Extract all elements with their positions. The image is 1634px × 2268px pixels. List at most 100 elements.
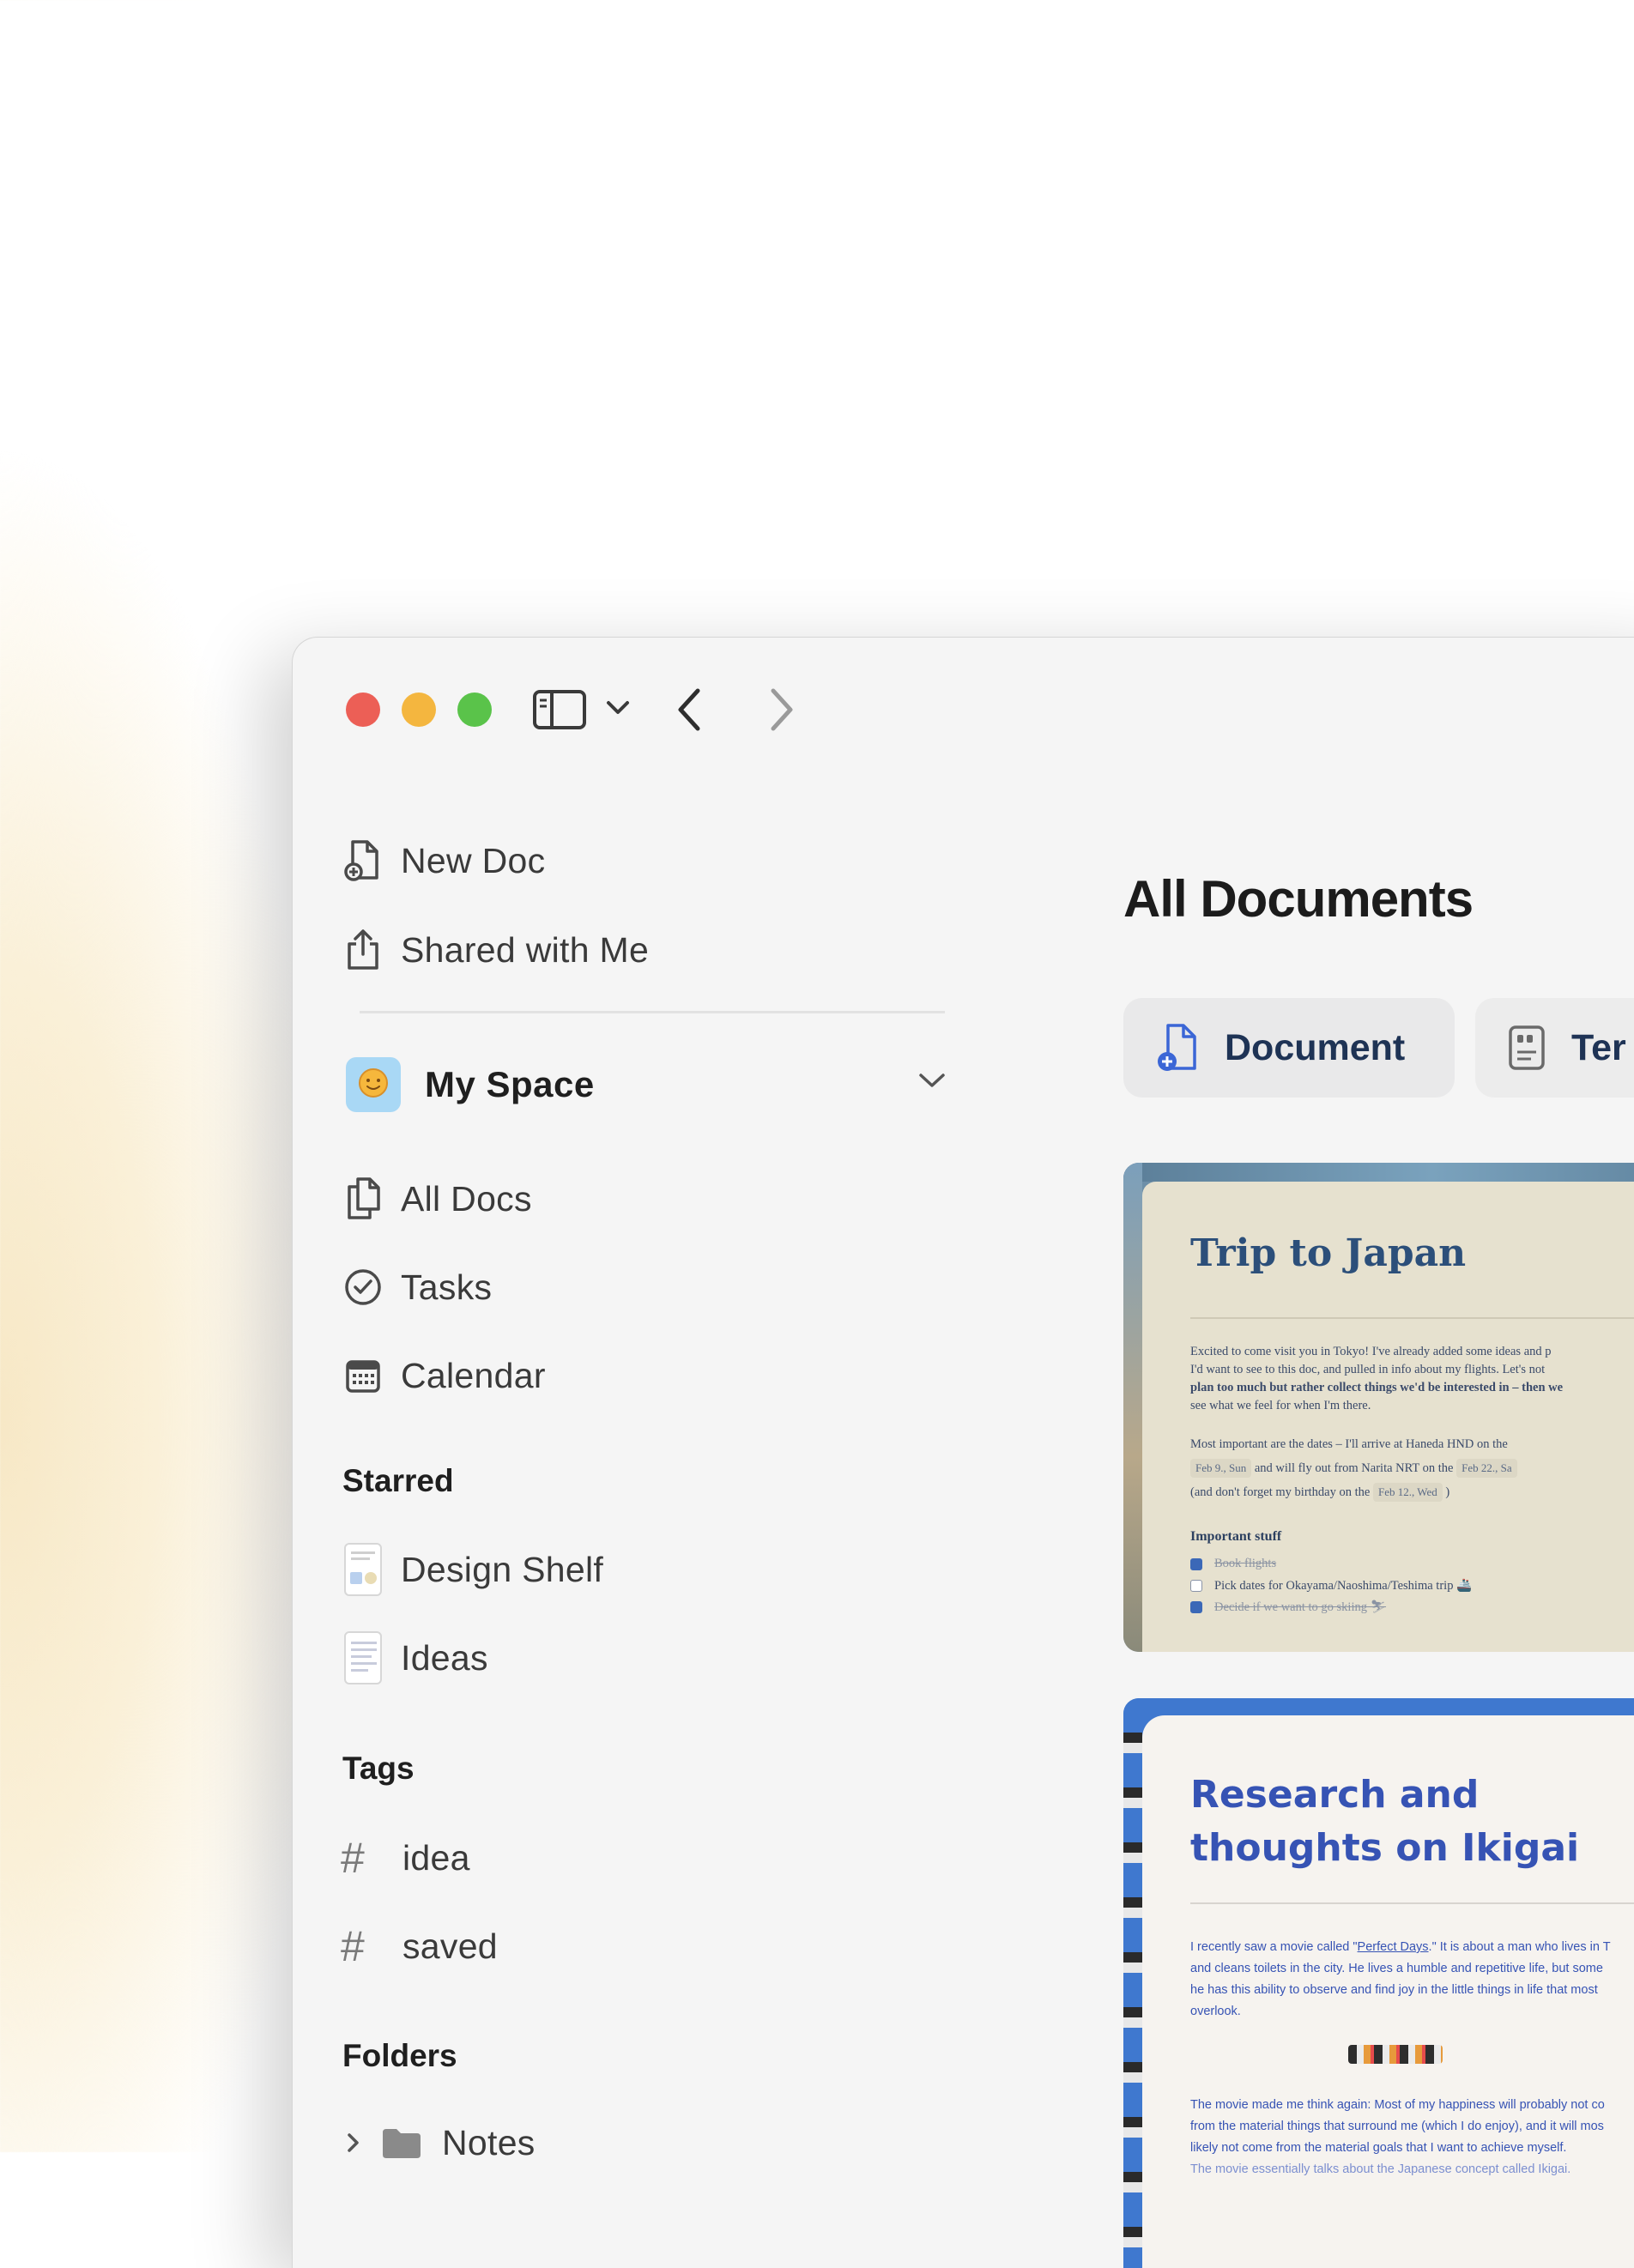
task-text: Pick dates for Okayama/Naoshima/Teshima …	[1214, 1579, 1473, 1593]
doc-thumbnail-icon	[344, 1543, 382, 1596]
starred-item-label: Ideas	[401, 1637, 488, 1678]
sidebar-item-all-docs[interactable]: All Docs	[344, 1173, 532, 1225]
card-cover-edge	[1123, 1163, 1142, 1652]
decorative-image	[1348, 2045, 1443, 2064]
new-doc-icon	[1156, 1023, 1199, 1073]
date-chip: Feb 9., Sun	[1190, 1459, 1252, 1478]
filter-chip-template[interactable]: Ter	[1475, 998, 1634, 1098]
card-title: Trip to Japan	[1190, 1231, 1467, 1275]
forward-arrow-icon[interactable]	[766, 687, 796, 736]
folder-label: Notes	[442, 2122, 536, 2162]
sidebar-item-tasks[interactable]: Tasks	[344, 1261, 492, 1313]
card-rule	[1190, 1902, 1634, 1904]
box-text: (and don't forget my birthday on the	[1190, 1485, 1371, 1499]
chevron-right-icon[interactable]	[344, 2131, 365, 2155]
shared-with-me-item[interactable]: Shared with Me	[344, 924, 649, 976]
tags-section-title: Tags	[342, 1751, 415, 1786]
task-row: Pick dates for Okayama/Naoshima/Teshima …	[1190, 1578, 1472, 1594]
space-avatar	[346, 1057, 401, 1112]
para-line: see what we feel for when I'm there.	[1190, 1399, 1371, 1412]
new-doc-label: New Doc	[401, 840, 546, 880]
para-text: I recently saw a movie called "	[1190, 1940, 1358, 1954]
filter-chip-document[interactable]: Document	[1123, 998, 1455, 1098]
card-paragraph: Excited to come visit you in Tokyo! I've…	[1190, 1343, 1634, 1415]
para-line: he has this ability to observe and find …	[1190, 1983, 1598, 1997]
card-heading: Important stuff	[1190, 1529, 1282, 1544]
para-line: plan too much but rather collect things …	[1190, 1381, 1564, 1394]
para-line: I recently saw a movie called "Perfect D…	[1190, 1937, 1634, 1958]
doc-card-ikigai[interactable]: Research and thoughts on Ikigai I recent…	[1123, 1698, 1634, 2268]
minimize-window-button[interactable]	[402, 692, 436, 727]
para-text: ." It is about a man who lives in T	[1428, 1940, 1611, 1954]
docs-icon	[344, 1177, 382, 1219]
para-line: The movie essentially talks about the Ja…	[1190, 2162, 1571, 2176]
chip-label: Document	[1225, 1026, 1406, 1068]
tag-item-idea[interactable]: # idea	[341, 1832, 470, 1884]
share-icon	[344, 929, 382, 970]
date-chip: Feb 12., Wed	[1372, 1483, 1443, 1502]
task-row: Decide if we want to go skiing ⛷	[1190, 1600, 1386, 1615]
page-title: All Documents	[1123, 870, 1474, 928]
tag-item-saved[interactable]: # saved	[341, 1920, 498, 1972]
para-line: overlook.	[1190, 2005, 1241, 2018]
doc-card-trip-to-japan[interactable]: Trip to Japan Excited to come visit you …	[1123, 1163, 1634, 1652]
chip-label: Ter	[1571, 1026, 1626, 1068]
para-line: likely not come from the material goals …	[1190, 2141, 1567, 2155]
box-text: )	[1445, 1485, 1450, 1499]
para-line: The movie made me think again: Most of m…	[1190, 2098, 1605, 2112]
movie-link[interactable]: Perfect Days	[1358, 1940, 1429, 1954]
card-cover	[1123, 1163, 1634, 1182]
app-window: New Doc Shared with Me My Space All Docs…	[292, 637, 1634, 2268]
new-doc-icon	[344, 840, 382, 881]
space-switcher[interactable]: My Space	[346, 1055, 947, 1115]
date-chip: Feb 22., Sa	[1456, 1459, 1517, 1478]
hash-icon: #	[341, 1922, 365, 1970]
tag-label: idea	[402, 1837, 470, 1878]
sidebar-item-label: All Docs	[401, 1178, 532, 1219]
space-name: My Space	[425, 1064, 595, 1104]
checkbox-icon	[1190, 1580, 1202, 1592]
starred-item-ideas[interactable]: Ideas	[344, 1631, 488, 1684]
starred-section-title: Starred	[342, 1463, 454, 1498]
smiley-icon	[358, 1067, 389, 1103]
sidebar-item-label: Tasks	[401, 1267, 493, 1307]
card-cover-edge	[1123, 1698, 1142, 2268]
box-text: and will fly out from Narita NRT on the	[1254, 1461, 1454, 1475]
tag-label: saved	[402, 1926, 498, 1966]
sidebar-item-label: Calendar	[401, 1355, 546, 1395]
starred-item-design-shelf[interactable]: Design Shelf	[344, 1543, 604, 1596]
card-dates-box: Most important are the dates – I'll arri…	[1190, 1432, 1634, 1504]
para-line: I'd want to see to this doc, and pulled …	[1190, 1363, 1546, 1376]
shared-with-me-label: Shared with Me	[401, 929, 650, 970]
para-line: Excited to come visit you in Tokyo! I've…	[1190, 1345, 1552, 1358]
box-line: (and don't forget my birthday on the Feb…	[1190, 1480, 1634, 1504]
task-text: Book flights	[1214, 1557, 1277, 1570]
back-arrow-icon[interactable]	[675, 687, 705, 736]
checkbox-checked-icon	[1190, 1601, 1202, 1613]
card-preview: Trip to Japan Excited to come visit you …	[1142, 1182, 1634, 1652]
hash-icon: #	[341, 1834, 365, 1882]
folders-section-title: Folders	[342, 2038, 457, 2073]
card-rule	[1190, 1317, 1634, 1319]
chevron-down-icon[interactable]	[605, 698, 631, 723]
box-line: Feb 9., Sun and will fly out from Narita…	[1190, 1456, 1634, 1480]
check-circle-icon	[344, 1268, 382, 1306]
space-chevron-down-icon[interactable]	[917, 1070, 947, 1095]
checkbox-checked-icon	[1190, 1557, 1202, 1570]
folder-item-notes[interactable]: Notes	[344, 2117, 536, 2168]
starred-item-label: Design Shelf	[401, 1549, 604, 1589]
card-title: Research and thoughts on Ikigai	[1190, 1773, 1580, 1870]
card-preview: Research and thoughts on Ikigai I recent…	[1142, 1715, 1634, 2268]
doc-thumbnail-icon	[344, 1631, 382, 1684]
zoom-window-button[interactable]	[457, 692, 492, 727]
new-doc-item[interactable]: New Doc	[344, 835, 545, 886]
card-paragraph: The movie made me think again: Most of m…	[1190, 2095, 1634, 2180]
sidebar-divider	[360, 1011, 945, 1013]
folder-icon	[380, 2126, 423, 2160]
sidebar-toggle-icon[interactable]	[533, 689, 586, 735]
card-paragraph: I recently saw a movie called "Perfect D…	[1190, 1937, 1634, 2023]
sidebar-item-calendar[interactable]: Calendar	[344, 1350, 546, 1401]
box-line: Most important are the dates – I'll arri…	[1190, 1437, 1508, 1451]
close-window-button[interactable]	[346, 692, 380, 727]
template-icon	[1508, 1025, 1546, 1071]
